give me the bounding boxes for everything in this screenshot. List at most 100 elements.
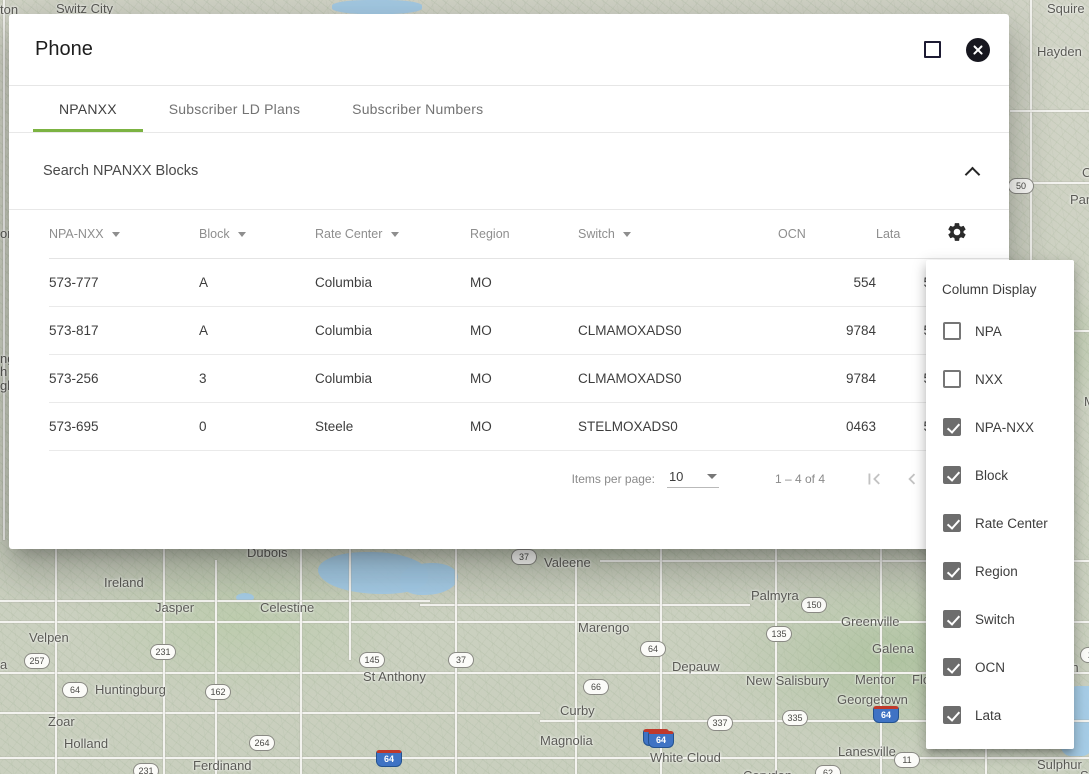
- column-display-gear-button[interactable]: [946, 221, 968, 243]
- map-place-label: Greenville: [841, 614, 900, 629]
- map-route-shield: 64: [640, 641, 666, 657]
- map-place-label: New Salisbury: [746, 673, 830, 688]
- checkbox-checked-icon[interactable]: [943, 658, 961, 676]
- column-header-region[interactable]: Region: [470, 210, 578, 259]
- search-npanxx-blocks-panel[interactable]: Search NPANXX Blocks: [9, 133, 1009, 210]
- map-road: [420, 604, 750, 606]
- items-per-page-select[interactable]: 10: [666, 469, 719, 488]
- phone-dialog: Phone NPANXX Subscriber LD Plans Subscri…: [9, 14, 1009, 549]
- column-header-label: Rate Center: [315, 226, 383, 241]
- column-display-item-label: NXX: [975, 371, 1003, 387]
- checkbox-checked-icon[interactable]: [943, 514, 961, 532]
- tab-bar: NPANXX Subscriber LD Plans Subscriber Nu…: [9, 86, 1009, 133]
- column-header-npa-nxx[interactable]: NPA-NXX: [49, 210, 199, 259]
- search-panel-label: Search NPANXX Blocks: [43, 163, 199, 179]
- sort-caret-icon[interactable]: [390, 231, 399, 237]
- checkbox-unchecked-icon[interactable]: [943, 322, 961, 340]
- map-route-shield: 26: [1080, 647, 1089, 663]
- table-row[interactable]: 573-6950SteeleMOSTELMOXADS00463520: [49, 402, 1009, 451]
- map-road: [0, 712, 540, 714]
- column-display-item-nxx[interactable]: NXX: [926, 355, 1074, 403]
- first-page-button[interactable]: [855, 460, 893, 498]
- column-display-item-npa-nxx[interactable]: NPA-NXX: [926, 403, 1074, 451]
- map-place-label: Huntingburg: [95, 682, 166, 697]
- cell-ocn: 9784: [778, 306, 876, 355]
- tab-npanxx[interactable]: NPANXX: [33, 86, 143, 132]
- column-header-block[interactable]: Block: [199, 210, 315, 259]
- table-row[interactable]: 573-2563ColumbiaMOCLMAMOXADS09784521: [49, 354, 1009, 403]
- cell-block: A: [199, 306, 315, 355]
- cell-switch: CLMAMOXADS0: [578, 354, 778, 403]
- map-place-label: Co: [1082, 165, 1089, 180]
- map-place-label: St Anthony: [363, 669, 426, 684]
- map-route-shield: 335: [782, 710, 808, 726]
- column-display-item-region[interactable]: Region: [926, 547, 1074, 595]
- map-place-label: Jasper: [155, 600, 195, 615]
- npanxx-table: NPA-NXX Block Rate Center Region Switch …: [49, 210, 1009, 451]
- column-display-item-lata[interactable]: Lata: [926, 691, 1074, 739]
- map-route-shield: 231: [150, 644, 176, 660]
- column-header-label: Switch: [578, 226, 615, 241]
- column-display-item-block[interactable]: Block: [926, 451, 1074, 499]
- checkbox-checked-icon[interactable]: [943, 562, 961, 580]
- map-route-shield: 66: [583, 679, 609, 695]
- sort-caret-icon[interactable]: [112, 231, 121, 237]
- tab-subscriber-numbers[interactable]: Subscriber Numbers: [326, 86, 509, 132]
- map-route-shield: 64: [376, 750, 402, 767]
- tab-subscriber-ld-plans[interactable]: Subscriber LD Plans: [143, 86, 326, 132]
- column-display-item-ocn[interactable]: OCN: [926, 643, 1074, 691]
- map-place-label: Galena: [872, 641, 914, 656]
- column-header-label: Block: [199, 226, 230, 241]
- map-route-shield: 62: [815, 765, 841, 774]
- map-route-shield: 64: [62, 682, 88, 698]
- checkbox-unchecked-icon[interactable]: [943, 370, 961, 388]
- items-per-page-value: 10: [668, 469, 684, 484]
- cell-npa_nxx: 573-777: [49, 258, 199, 307]
- map-place-label: Ferdinand: [193, 758, 252, 773]
- map-place-label: Holland: [64, 736, 109, 751]
- close-button[interactable]: [961, 33, 995, 67]
- checkbox-checked-icon[interactable]: [943, 466, 961, 484]
- map-route-shield: 337: [707, 715, 733, 731]
- checkbox-checked-icon[interactable]: [943, 418, 961, 436]
- checkbox-checked-icon[interactable]: [943, 706, 961, 724]
- cell-ocn: 9784: [778, 354, 876, 403]
- cell-block: 0: [199, 402, 315, 451]
- sort-caret-icon[interactable]: [623, 231, 632, 237]
- column-header-lata[interactable]: Lata: [876, 210, 946, 259]
- chevron-up-icon[interactable]: [966, 165, 979, 178]
- map-route-shield: 50: [1008, 178, 1034, 194]
- maximize-button[interactable]: [915, 33, 949, 67]
- column-header-rate-center[interactable]: Rate Center: [315, 210, 470, 259]
- map-place-label: Velpen: [29, 630, 69, 645]
- table-row[interactable]: 573-777AColumbiaMO554521: [49, 258, 1009, 307]
- map-road: [880, 540, 882, 774]
- checkbox-checked-icon[interactable]: [943, 610, 961, 628]
- cell-region: MO: [470, 258, 578, 307]
- map-place-label: Pari: [1070, 192, 1089, 207]
- sort-caret-icon[interactable]: [238, 231, 247, 237]
- map-road: [775, 540, 777, 774]
- column-display-item-switch[interactable]: Switch: [926, 595, 1074, 643]
- map-place-label: h: [0, 364, 8, 379]
- table-container: NPA-NXX Block Rate Center Region Switch …: [9, 210, 1009, 451]
- map-place-label: a: [0, 657, 8, 672]
- column-display-item-rate-center[interactable]: Rate Center: [926, 499, 1074, 547]
- cell-switch: STELMOXADS0: [578, 402, 778, 451]
- close-circle-icon: [966, 37, 990, 62]
- column-header-ocn[interactable]: OCN: [778, 210, 876, 259]
- map-route-shield: 37: [448, 652, 474, 668]
- map-place-label: Lanesville: [838, 744, 896, 759]
- map-road: [349, 540, 351, 660]
- map-place-label: Celestine: [260, 600, 315, 615]
- cell-ocn: 0463: [778, 402, 876, 451]
- column-display-item-npa[interactable]: NPA: [926, 307, 1074, 355]
- chevron-down-icon: [706, 474, 717, 479]
- cell-ocn: 554: [778, 258, 876, 307]
- column-header-label: OCN: [778, 226, 806, 241]
- column-header-switch[interactable]: Switch: [578, 210, 778, 259]
- map-route-shield: 64: [873, 706, 899, 723]
- map-route-shield: 145: [359, 652, 385, 668]
- table-row[interactable]: 573-817AColumbiaMOCLMAMOXADS09784521: [49, 306, 1009, 355]
- square-icon: [923, 41, 941, 58]
